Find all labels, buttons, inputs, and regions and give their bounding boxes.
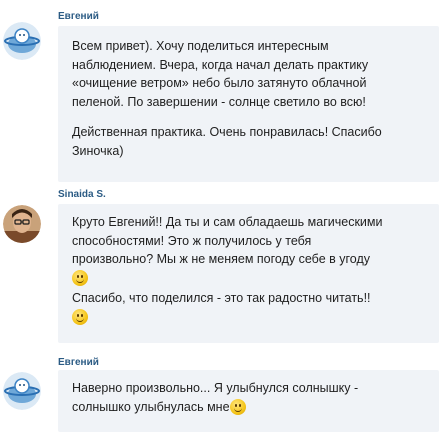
message-text: Наверно произвольно... Я улыбнулся солны… bbox=[72, 381, 359, 395]
smile-emoji-icon bbox=[229, 399, 246, 416]
message-bubble: Всем привет). Хочу поделиться интересным… bbox=[58, 26, 439, 182]
message-bubble: Наверно произвольно... Я улыбнулся солны… bbox=[58, 370, 439, 432]
user-photo-avatar[interactable] bbox=[3, 205, 41, 243]
author-name[interactable]: Евгений bbox=[58, 357, 99, 368]
planet-avatar-icon[interactable] bbox=[3, 22, 41, 60]
smile-emoji-icon bbox=[72, 308, 88, 325]
planet-avatar-icon[interactable] bbox=[3, 372, 41, 410]
message-text: солнышко улыбнулась мне bbox=[72, 399, 230, 414]
message-text: Действенная практика. Очень понравилась!… bbox=[72, 125, 382, 139]
message-bubble: Круто Евгений!! Да ты и сам обладаешь ма… bbox=[58, 204, 439, 343]
smile-emoji-icon bbox=[72, 270, 88, 287]
message-text: наблюдением. Вчера, когда начал делать п… bbox=[72, 57, 369, 72]
message-text: Круто Евгений!! Да ты и сам обладаешь ма… bbox=[72, 215, 383, 229]
message-text: Спасибо, что поделился - это так радостн… bbox=[72, 290, 371, 305]
message-text: произвольно? Мы ж не меняем погоду себе … bbox=[72, 252, 370, 266]
message-text: «очищение ветром» небо было затянуто обл… bbox=[72, 76, 367, 90]
message-text: Зиночка) bbox=[72, 143, 124, 158]
author-name[interactable]: Sinaida S. bbox=[58, 189, 106, 200]
message-text: способностями! Это ж получилось у тебя bbox=[72, 233, 312, 248]
message-text: Всем привет). Хочу поделиться интересным bbox=[72, 39, 329, 53]
message-text: пеленой. По завершении - солнце светило … bbox=[72, 94, 366, 109]
author-name[interactable]: Евгений bbox=[58, 11, 99, 22]
